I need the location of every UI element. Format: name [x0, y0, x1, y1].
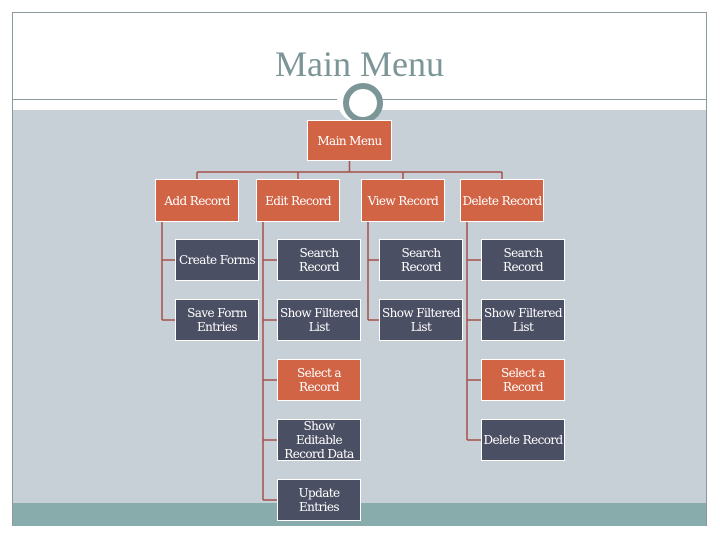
- child-node: Delete Record: [481, 419, 565, 461]
- child-node-label: Search Record: [503, 246, 544, 274]
- child-node: Search Record: [277, 239, 361, 281]
- branch-node-label: Add Record: [164, 193, 230, 208]
- branch-node-label: Delete Record: [462, 193, 542, 208]
- branch-node: Delete Record: [460, 179, 544, 222]
- child-node: Search Record: [481, 239, 565, 281]
- child-node-label: Search Record: [401, 246, 442, 274]
- child-node: Create Forms: [175, 239, 259, 281]
- child-node: Select a Record: [481, 359, 565, 401]
- child-node-label: Show Filtered List: [382, 306, 461, 334]
- child-node: Show Filtered List: [481, 299, 565, 341]
- child-node-label: Search Record: [299, 246, 340, 274]
- child-node: Show Editable Record Data: [277, 419, 361, 461]
- child-node-label: Show Filtered List: [484, 306, 563, 334]
- child-node-label: Show Filtered List: [280, 306, 359, 334]
- child-node: Search Record: [379, 239, 463, 281]
- branch-node-label: Edit Record: [265, 193, 331, 208]
- child-node: Show Filtered List: [277, 299, 361, 341]
- child-node-label: Show Editable Record Data: [284, 419, 354, 461]
- branch-node: Edit Record: [256, 179, 340, 222]
- child-node-label: Delete Record: [483, 433, 563, 447]
- branch-node-label: View Record: [367, 193, 439, 208]
- child-node-label: Create Forms: [179, 253, 255, 267]
- child-node-label: Update Entries: [298, 486, 341, 514]
- branch-node: Add Record: [155, 179, 239, 222]
- ring-ornament-icon: [343, 83, 383, 123]
- branch-node: View Record: [361, 179, 445, 222]
- child-node: Save Form Entries: [175, 299, 259, 341]
- root-node: Main Menu: [307, 120, 392, 161]
- child-node: Select a Record: [277, 359, 361, 401]
- child-node-label: Select a Record: [297, 366, 342, 394]
- child-node: Update Entries: [277, 479, 361, 521]
- child-node: Show Filtered List: [379, 299, 463, 341]
- child-node-label: Save Form Entries: [187, 306, 247, 334]
- child-node-label: Select a Record: [501, 366, 546, 394]
- root-node-label: Main Menu: [317, 133, 382, 148]
